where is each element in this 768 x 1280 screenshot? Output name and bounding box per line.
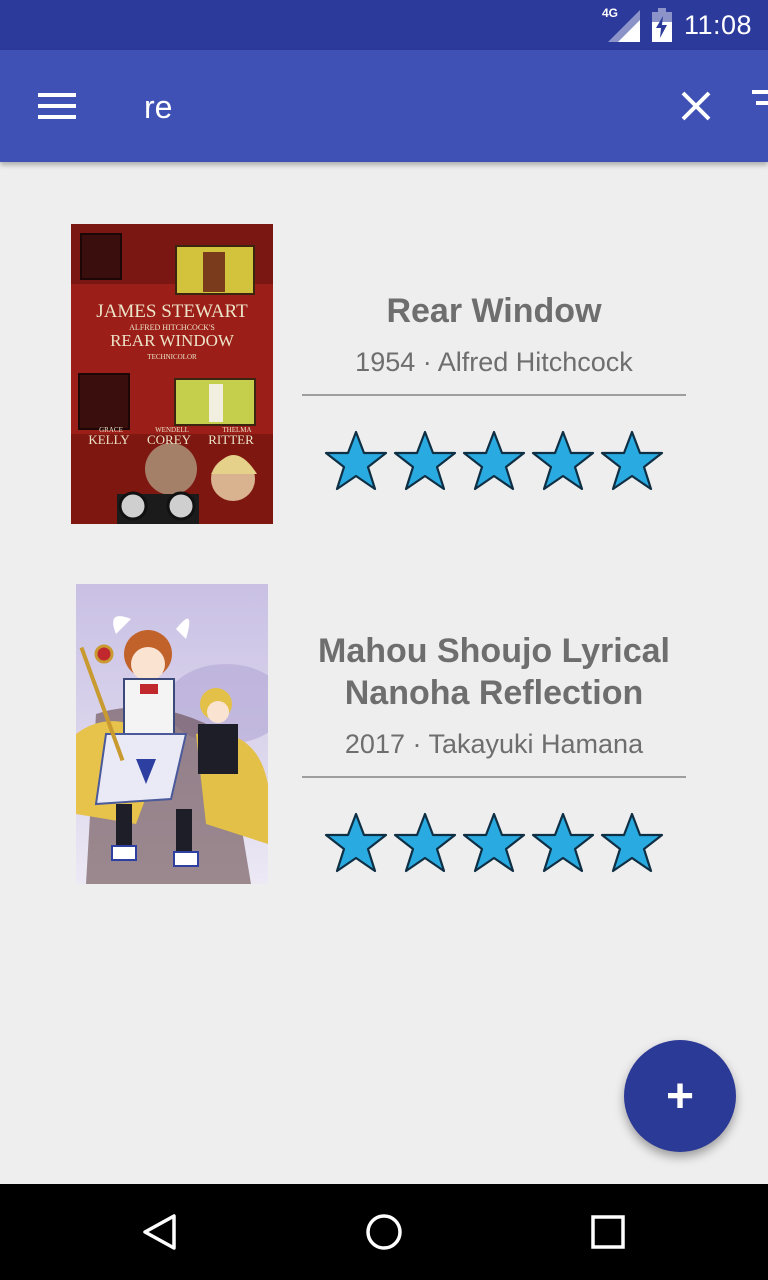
signal-icon: 4G xyxy=(602,6,640,42)
navigation-bar xyxy=(0,1184,768,1280)
status-bar: 4G 11:08 xyxy=(0,0,768,50)
hamburger-menu-icon[interactable] xyxy=(28,84,84,128)
search-input[interactable] xyxy=(144,82,624,132)
status-icons: 4G 11:08 xyxy=(602,6,752,42)
home-circle-icon[interactable] xyxy=(360,1208,408,1256)
movie-title: Rear Window xyxy=(386,292,602,330)
movie-title: Mahou Shoujo Lyrical Nanoha Reflection xyxy=(318,632,670,712)
star-icon xyxy=(531,430,595,491)
network-type-label: 4G xyxy=(601,6,618,20)
star-icon xyxy=(393,812,457,873)
rating-stars xyxy=(302,430,686,492)
list-item[interactable]: JAMES STEWART ALFRED HITCHCOCK'S REAR WI… xyxy=(0,212,768,532)
filter-list-icon[interactable] xyxy=(752,90,768,118)
back-triangle-icon[interactable] xyxy=(136,1208,184,1256)
add-movie-button[interactable]: + xyxy=(624,1040,736,1152)
star-icon xyxy=(600,430,664,491)
movie-year-director: 1954 · Alfred Hitchcock xyxy=(302,342,686,396)
poster-title-text: REAR WINDOW xyxy=(110,331,235,350)
poster-actor-text: JAMES STEWART xyxy=(96,301,248,322)
rating-stars xyxy=(302,812,686,874)
clock: 11:08 xyxy=(683,9,752,40)
movie-info: Rear Window 1954 · Alfred Hitchcock xyxy=(302,290,686,492)
movie-poster: JAMES STEWART ALFRED HITCHCOCK'S REAR WI… xyxy=(71,224,273,524)
star-icon xyxy=(393,430,457,491)
close-icon[interactable] xyxy=(672,82,720,130)
star-icon xyxy=(324,812,388,873)
poster-credit-text: KELLY xyxy=(88,432,130,447)
search-toolbar xyxy=(0,50,768,162)
star-icon xyxy=(324,430,388,491)
star-icon xyxy=(462,812,526,873)
star-icon xyxy=(462,430,526,491)
list-item[interactable]: Mahou Shoujo Lyrical Nanoha Reflection 2… xyxy=(0,574,768,894)
movie-year-director: 2017 · Takayuki Hamana xyxy=(302,724,686,778)
star-icon xyxy=(531,812,595,873)
poster-credit-text: COREY xyxy=(147,432,192,447)
battery-icon xyxy=(651,8,672,42)
plus-icon: + xyxy=(665,1069,695,1123)
movie-info: Mahou Shoujo Lyrical Nanoha Reflection 2… xyxy=(302,630,686,874)
movie-poster xyxy=(76,584,268,884)
poster-credit-text: RITTER xyxy=(208,432,254,447)
recents-square-icon[interactable] xyxy=(584,1208,632,1256)
star-icon xyxy=(600,812,664,873)
poster-color-text: TECHNICOLOR xyxy=(147,353,197,361)
